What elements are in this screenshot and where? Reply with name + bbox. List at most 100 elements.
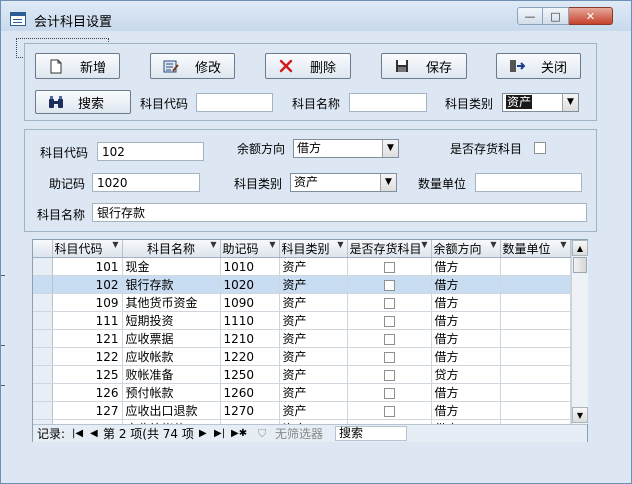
close-button[interactable]: 关闭 xyxy=(496,53,581,79)
cell-type[interactable]: 资产 xyxy=(279,329,348,348)
no-filter-label[interactable]: 无筛选器 xyxy=(275,426,323,442)
chevron-down-icon[interactable]: ▼ xyxy=(380,174,396,191)
sort-dropdown-icon[interactable]: ▼ xyxy=(490,240,496,249)
cell-inventory[interactable] xyxy=(347,401,432,420)
form-type-select[interactable]: 资产 ▼ xyxy=(290,173,397,192)
sort-dropdown-icon[interactable]: ▼ xyxy=(269,240,275,249)
cell-memo[interactable]: 1110 xyxy=(220,311,280,330)
cell-direction[interactable]: 借方 xyxy=(431,401,501,420)
inventory-checkbox[interactable] xyxy=(383,279,395,291)
row-selector[interactable] xyxy=(33,311,53,330)
cell-inventory[interactable] xyxy=(347,347,432,366)
cell-unit[interactable] xyxy=(500,257,571,276)
save-button[interactable]: 保存 xyxy=(381,53,467,79)
cell-memo[interactable]: 1090 xyxy=(220,293,280,312)
column-header[interactable]: 科目类别 ▼ xyxy=(279,240,348,258)
previous-record-icon[interactable]: ◀ xyxy=(90,426,98,442)
cell-direction[interactable]: 借方 xyxy=(431,347,501,366)
cell-inventory[interactable] xyxy=(347,329,432,348)
search-code-input[interactable] xyxy=(196,93,273,112)
vertical-scrollbar[interactable]: ▲ ▼ xyxy=(571,240,588,424)
cell-name[interactable]: 败帐准备 xyxy=(122,365,221,384)
cell-type[interactable]: 资产 xyxy=(279,257,348,276)
scroll-down-icon[interactable]: ▼ xyxy=(572,407,588,423)
cell-code[interactable]: 109 xyxy=(52,293,123,312)
maximize-button[interactable]: □ xyxy=(543,7,569,25)
cell-inventory[interactable] xyxy=(347,365,432,384)
table-row[interactable]: 109 其他货币资金 1090 资产 借方 xyxy=(33,293,571,312)
close-window-button[interactable]: ✕ xyxy=(569,7,613,25)
search-type-select[interactable]: 资产 ▼ xyxy=(502,93,579,112)
cell-memo[interactable]: 1220 xyxy=(220,347,280,366)
row-selector[interactable] xyxy=(33,257,53,276)
form-memo-input[interactable]: 1020 xyxy=(92,173,200,192)
cell-code[interactable]: 121 xyxy=(52,329,123,348)
cell-memo[interactable]: 1020 xyxy=(220,275,280,294)
column-header[interactable]: 是否存货科目 ▼ xyxy=(347,240,432,258)
cell-type[interactable]: 资产 xyxy=(279,311,348,330)
cell-memo[interactable]: 1270 xyxy=(220,401,280,420)
inventory-checkbox[interactable] xyxy=(383,387,395,399)
row-selector[interactable] xyxy=(33,383,53,402)
cell-name[interactable]: 应收出口退款 xyxy=(122,401,221,420)
form-name-input[interactable]: 银行存款 xyxy=(92,203,587,222)
cell-type[interactable]: 资产 xyxy=(279,365,348,384)
delete-button[interactable]: 删除 xyxy=(265,53,351,79)
column-header[interactable]: 科目名称 ▼ xyxy=(122,240,221,258)
row-selector[interactable] xyxy=(33,401,53,420)
cell-inventory[interactable] xyxy=(347,275,432,294)
cell-name[interactable]: 应收票据 xyxy=(122,329,221,348)
chevron-down-icon[interactable]: ▼ xyxy=(382,140,398,157)
inventory-checkbox[interactable] xyxy=(383,333,395,345)
inventory-checkbox[interactable] xyxy=(383,315,395,327)
sort-dropdown-icon[interactable]: ▼ xyxy=(421,240,427,249)
form-unit-input[interactable] xyxy=(475,173,582,192)
scroll-thumb[interactable] xyxy=(573,257,587,273)
table-row[interactable]: 125 败帐准备 1250 资产 贷方 xyxy=(33,365,571,384)
cell-direction[interactable]: 借方 xyxy=(431,257,501,276)
form-balance-select[interactable]: 借方 ▼ xyxy=(293,139,399,158)
sort-dropdown-icon[interactable]: ▼ xyxy=(560,240,566,249)
table-row[interactable]: 127 应收出口退款 1270 资产 借方 xyxy=(33,401,571,420)
cell-direction[interactable]: 借方 xyxy=(431,311,501,330)
cell-name[interactable]: 短期投资 xyxy=(122,311,221,330)
sort-dropdown-icon[interactable]: ▼ xyxy=(337,240,343,249)
cell-type[interactable]: 资产 xyxy=(279,383,348,402)
cell-code[interactable]: 127 xyxy=(52,401,123,420)
cell-memo[interactable]: 1250 xyxy=(220,365,280,384)
cell-direction[interactable]: 借方 xyxy=(431,329,501,348)
row-selector[interactable] xyxy=(33,275,53,294)
inventory-checkbox[interactable] xyxy=(383,369,395,381)
cell-inventory[interactable] xyxy=(347,311,432,330)
navigator-search-input[interactable]: 搜索 xyxy=(335,426,407,441)
form-code-input[interactable]: 102 xyxy=(97,142,204,161)
record-position[interactable]: 第 2 项(共 74 项 xyxy=(103,426,194,442)
row-selector[interactable] xyxy=(33,293,53,312)
next-record-icon[interactable]: ▶ xyxy=(199,426,207,442)
cell-code[interactable]: 101 xyxy=(52,257,123,276)
cell-unit[interactable] xyxy=(500,365,571,384)
cell-name[interactable]: 现金 xyxy=(122,257,221,276)
last-record-icon[interactable]: ▶| xyxy=(214,426,225,442)
row-selector[interactable] xyxy=(33,329,53,348)
cell-type[interactable]: 资产 xyxy=(279,293,348,312)
column-header[interactable]: 助记码 ▼ xyxy=(220,240,280,258)
cell-type[interactable]: 资产 xyxy=(279,347,348,366)
cell-name[interactable]: 应收帐款 xyxy=(122,347,221,366)
cell-unit[interactable] xyxy=(500,401,571,420)
cell-inventory[interactable] xyxy=(347,293,432,312)
inventory-checkbox[interactable] xyxy=(383,405,395,417)
table-row[interactable]: 126 预付帐款 1260 资产 借方 xyxy=(33,383,571,402)
cell-name[interactable]: 其他货币资金 xyxy=(122,293,221,312)
cell-code[interactable]: 102 xyxy=(52,275,123,294)
sort-dropdown-icon[interactable]: ▼ xyxy=(210,240,216,249)
cell-type[interactable]: 资产 xyxy=(279,401,348,420)
table-row[interactable]: 121 应收票据 1210 资产 借方 xyxy=(33,329,571,348)
cell-name[interactable]: 银行存款 xyxy=(122,275,221,294)
cell-memo[interactable]: 1210 xyxy=(220,329,280,348)
cell-code[interactable]: 125 xyxy=(52,365,123,384)
search-button[interactable]: 搜索 xyxy=(35,90,131,114)
scroll-up-icon[interactable]: ▲ xyxy=(572,240,588,256)
cell-unit[interactable] xyxy=(500,383,571,402)
cell-unit[interactable] xyxy=(500,275,571,294)
